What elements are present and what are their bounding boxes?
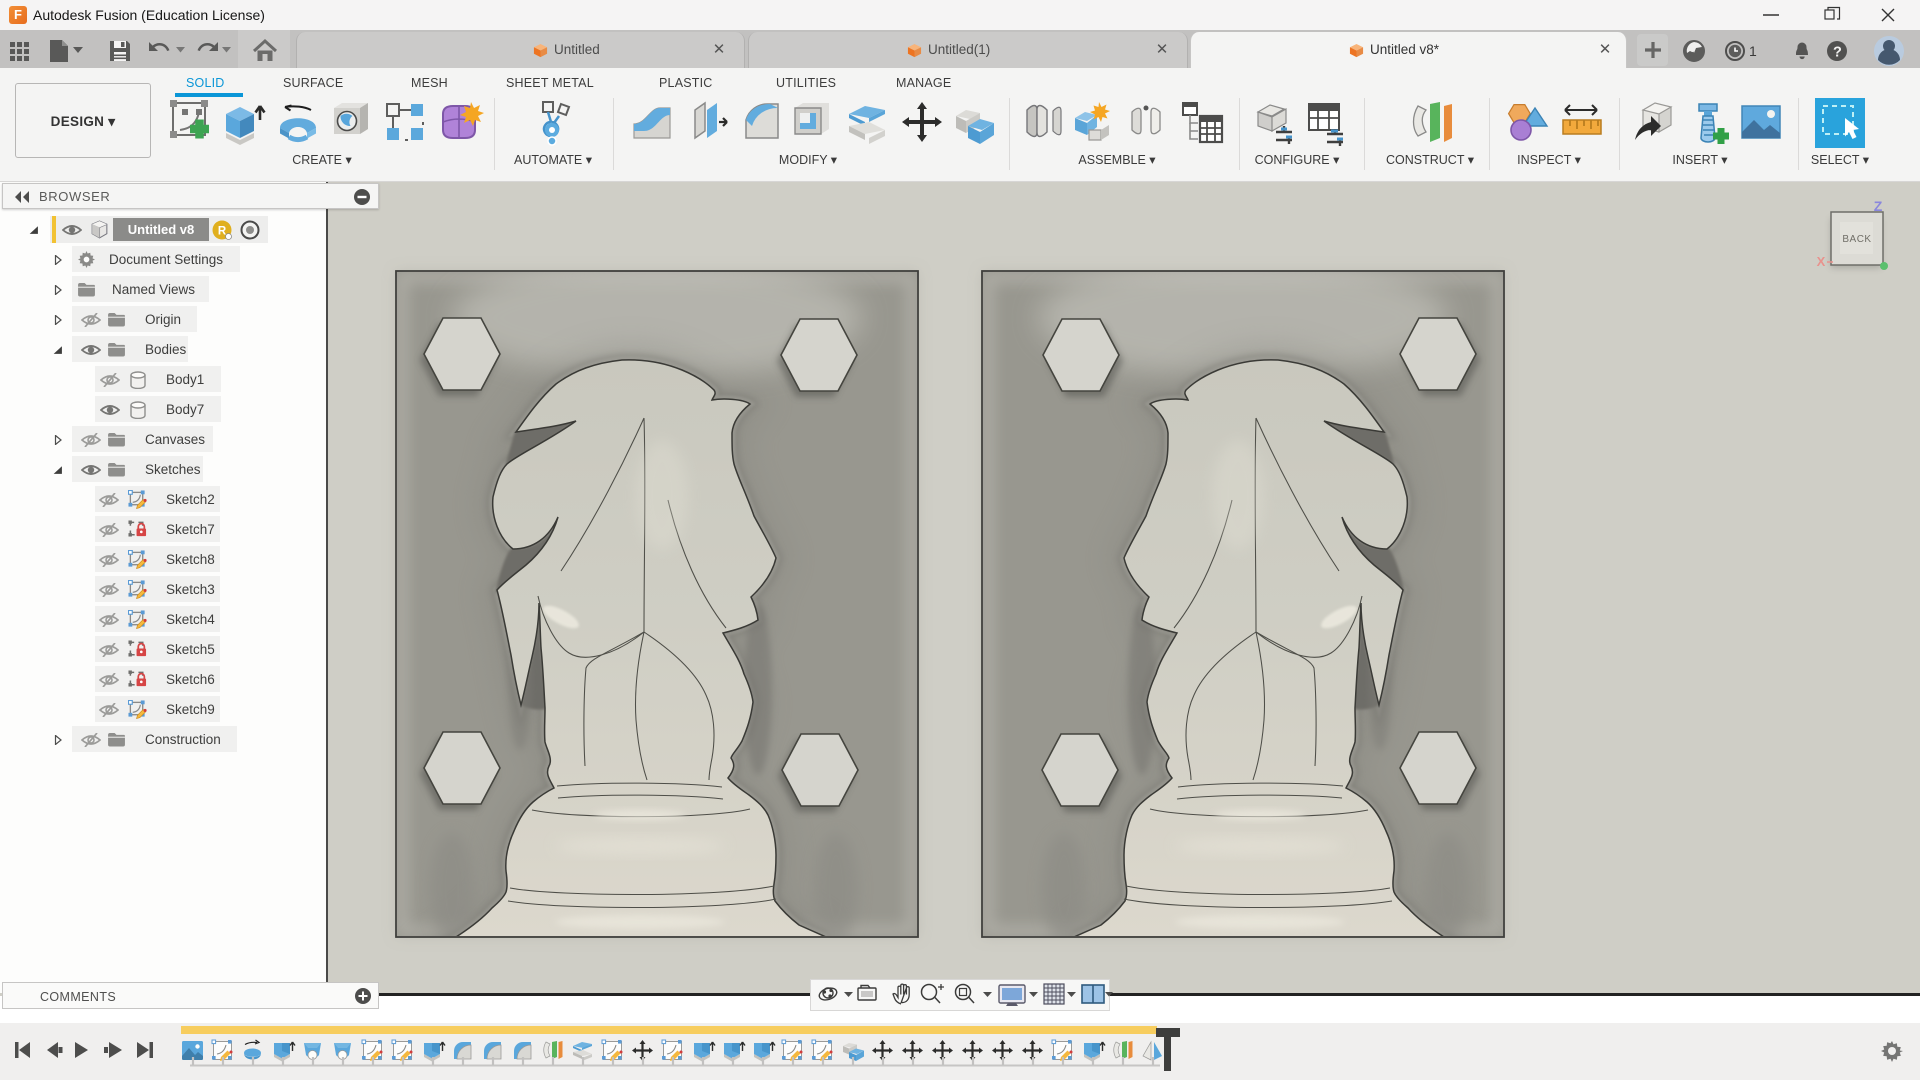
svg-text:X: X bbox=[1817, 254, 1826, 269]
svg-text:Z: Z bbox=[1874, 198, 1883, 214]
svg-text:1: 1 bbox=[1749, 43, 1757, 59]
svg-text:BACK: BACK bbox=[1842, 234, 1871, 245]
svg-text:?: ? bbox=[1833, 45, 1842, 61]
